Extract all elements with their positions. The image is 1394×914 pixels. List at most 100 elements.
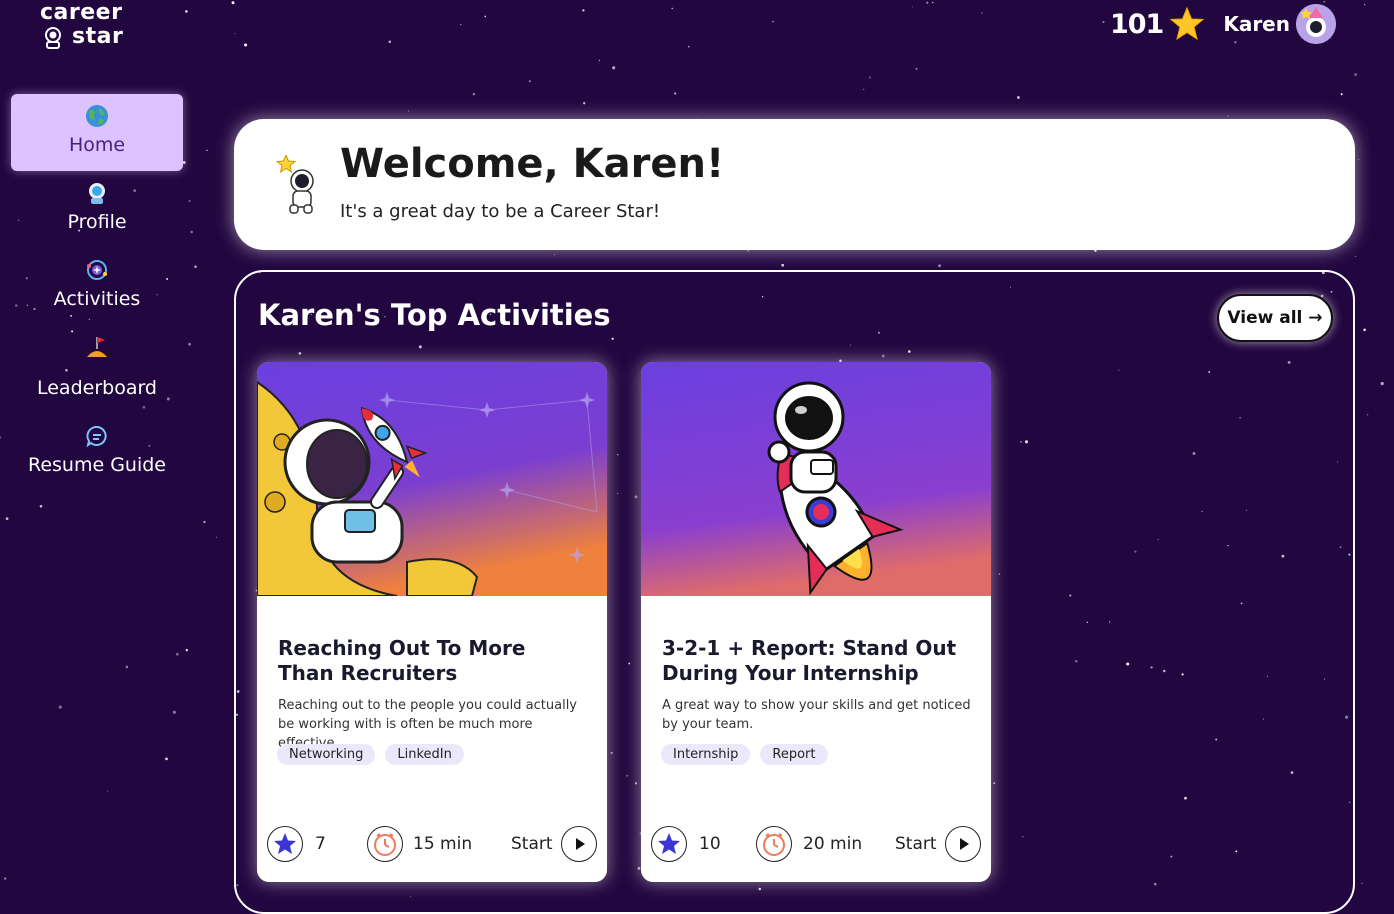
- background-star: [926, 1, 929, 4]
- avatar-astronaut-icon: [1296, 4, 1336, 44]
- background-star: [1364, 3, 1366, 6]
- globe-icon: [86, 105, 108, 127]
- background-star: [107, 790, 109, 792]
- background-star: [206, 149, 208, 152]
- user-avatar[interactable]: [1296, 4, 1336, 44]
- sidebar-item-label: Home: [68, 134, 126, 156]
- play-button-icon[interactable]: [561, 826, 597, 862]
- background-star: [1340, 93, 1343, 96]
- background-star: [674, 92, 677, 95]
- sidebar-item-label: Resume Guide: [27, 454, 166, 476]
- background-star: [772, 20, 774, 23]
- clock-icon: [756, 826, 792, 862]
- sidebar-item-leaderboard[interactable]: Leaderboard: [11, 325, 183, 414]
- welcome-banner: Welcome, Karen! It's a great day to be a…: [234, 119, 1355, 250]
- sidebar-item-activities[interactable]: Activities: [11, 248, 183, 325]
- background-star: [1361, 882, 1363, 885]
- astronaut-logo-icon: [45, 27, 61, 49]
- activity-card-footer: 10 20 min Start: [651, 824, 981, 864]
- background-star: [125, 665, 129, 669]
- background-star: [863, 88, 865, 90]
- background-star: [190, 230, 193, 234]
- activity-card[interactable]: Reaching Out To More Than Recruiters Rea…: [257, 362, 607, 882]
- background-star: [687, 45, 690, 48]
- background-star: [1367, 414, 1369, 416]
- background-star: [1354, 255, 1357, 258]
- top-activities-panel: Karen's Top Activities View all → Reachi…: [234, 270, 1355, 914]
- background-star: [0, 436, 2, 439]
- sidebar-item-resume-guide[interactable]: Resume Guide: [11, 414, 183, 491]
- sidebar-item-label: Leaderboard: [36, 377, 157, 399]
- background-star: [407, 110, 410, 112]
- sidebar-nav: Home Profile Activities Leaderboard Resu…: [11, 94, 183, 491]
- activity-card[interactable]: 3-2-1 + Report: Stand Out During Your In…: [641, 362, 991, 882]
- background-star: [1102, 20, 1105, 24]
- background-star: [915, 67, 918, 70]
- activity-duration: 20 min: [803, 834, 863, 854]
- play-button-icon[interactable]: [945, 826, 981, 862]
- background-star: [1354, 73, 1358, 76]
- background-star: [598, 59, 600, 61]
- background-star: [182, 161, 186, 164]
- orbit-icon: [87, 260, 107, 280]
- star-count: 7: [315, 834, 326, 854]
- background-star: [781, 263, 785, 267]
- flag-icon: [87, 337, 107, 357]
- start-label[interactable]: Start: [511, 834, 553, 854]
- astronaut-star-icon: [276, 155, 314, 214]
- logo-text-career: career: [40, 0, 123, 25]
- activity-duration: 15 min: [413, 834, 473, 854]
- username[interactable]: Karen: [1223, 12, 1290, 36]
- activity-description: A great way to show your skills and get …: [662, 698, 971, 732]
- background-star: [185, 648, 188, 652]
- background-star: [175, 652, 179, 656]
- activity-card-footer: 7 15 min Start: [267, 824, 597, 864]
- activity-title[interactable]: 3-2-1 + Report: Stand Out During Your In…: [662, 636, 972, 686]
- welcome-subtitle: It's a great day to be a Career Star!: [340, 201, 661, 222]
- background-star: [185, 10, 188, 13]
- start-label[interactable]: Start: [895, 834, 937, 854]
- background-star: [188, 200, 191, 202]
- background-star: [203, 520, 206, 524]
- tag-internship[interactable]: Internship: [661, 744, 751, 765]
- background-star: [165, 757, 168, 761]
- background-star: [1357, 158, 1360, 161]
- activity-title[interactable]: Reaching Out To More Than Recruiters: [278, 636, 588, 686]
- background-star: [231, 1, 235, 5]
- sidebar-item-home[interactable]: Home: [11, 94, 183, 171]
- background-star: [1017, 96, 1020, 99]
- sidebar-item-profile[interactable]: Profile: [11, 171, 183, 248]
- background-star: [4, 877, 7, 880]
- tag-linkedin[interactable]: LinkedIn: [385, 744, 464, 765]
- star-badge-icon: [651, 826, 687, 862]
- star-count: 10: [699, 834, 721, 854]
- tag-report[interactable]: Report: [760, 744, 828, 765]
- background-star: [528, 80, 531, 83]
- background-star: [583, 102, 586, 105]
- background-star: [39, 505, 43, 508]
- view-all-button[interactable]: View all →: [1217, 294, 1333, 342]
- background-star: [58, 705, 62, 709]
- background-star: [388, 40, 392, 44]
- app-logo[interactable]: career star: [38, 0, 148, 52]
- background-star: [1323, 0, 1326, 3]
- chat-icon: [86, 426, 107, 448]
- background-star: [5, 517, 9, 520]
- background-star: [553, 254, 555, 256]
- background-star: [932, 1, 934, 4]
- sidebar-item-label: Activities: [53, 288, 141, 310]
- background-star: [938, 264, 941, 268]
- background-star: [868, 76, 871, 79]
- background-star: [981, 12, 983, 14]
- astronaut-rocket-illustration: [641, 362, 991, 596]
- star-icon: [1170, 6, 1205, 41]
- background-star: [671, 7, 673, 10]
- sidebar-item-label: Profile: [67, 211, 127, 233]
- background-star: [484, 15, 487, 18]
- tag-networking[interactable]: Networking: [277, 744, 376, 765]
- background-star: [244, 43, 248, 47]
- background-star: [612, 66, 616, 70]
- background-star: [1380, 382, 1384, 386]
- activity-tags: Internship Report: [661, 744, 828, 765]
- background-star: [172, 710, 176, 714]
